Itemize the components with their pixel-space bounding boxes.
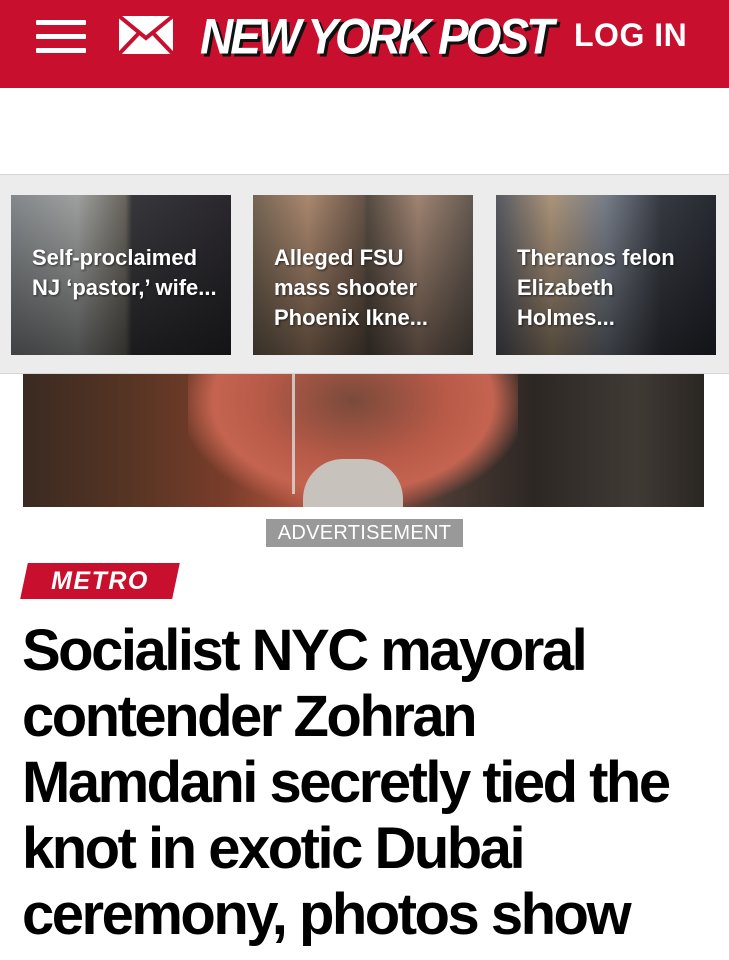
logo-text: NEW YORK POST bbox=[200, 7, 554, 65]
related-stories-strip: Self-proclaimed NJ ‘pastor,’ wife... All… bbox=[0, 174, 729, 374]
header-spacer bbox=[0, 88, 729, 174]
hamburger-menu-icon[interactable] bbox=[36, 16, 86, 56]
story-title: Theranos felon Elizabeth Holmes... bbox=[517, 245, 675, 330]
article-headline: Socialist NYC mayoral contender Zohran M… bbox=[22, 618, 671, 947]
envelope-icon[interactable] bbox=[117, 14, 175, 56]
advertisement-image[interactable] bbox=[23, 374, 704, 507]
section-tag-metro[interactable]: METRO bbox=[20, 563, 180, 599]
story-title: Self-proclaimed NJ ‘pastor,’ wife... bbox=[32, 245, 217, 300]
advertisement-label: ADVERTISEMENT bbox=[266, 519, 463, 547]
section-tag-label: METRO bbox=[51, 567, 149, 595]
login-button[interactable]: LOG IN bbox=[574, 14, 687, 56]
related-story-card[interactable]: Self-proclaimed NJ ‘pastor,’ wife... bbox=[11, 195, 231, 355]
related-story-card[interactable]: Theranos felon Elizabeth Holmes... bbox=[496, 195, 716, 355]
related-story-card[interactable]: Alleged FSU mass shooter Phoenix Ikne... bbox=[253, 195, 473, 355]
story-title: Alleged FSU mass shooter Phoenix Ikne... bbox=[274, 245, 429, 330]
site-logo[interactable]: NEW YORK POST bbox=[200, 6, 554, 66]
site-header: NEW YORK POST LOG IN bbox=[0, 0, 729, 88]
